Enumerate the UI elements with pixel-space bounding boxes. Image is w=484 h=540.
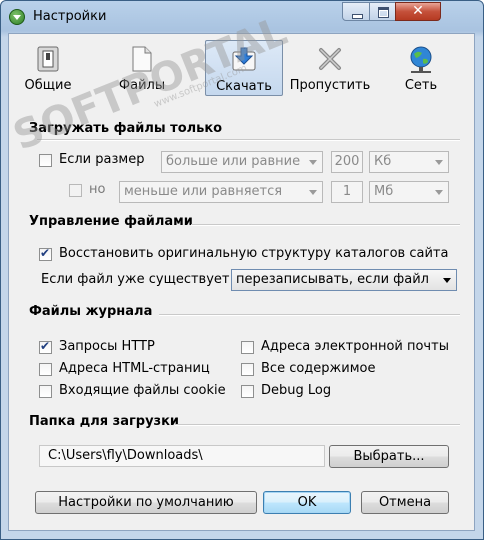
size-checkbox-label: Если размер: [59, 152, 145, 167]
chevron-down-icon: [435, 190, 443, 195]
log-html-pages-label: Адреса HTML-страниц: [59, 361, 210, 376]
size-condition-value: больше или равние: [166, 154, 301, 169]
tab-skip[interactable]: Пропустить: [287, 40, 373, 96]
tab-network-label: Сеть: [404, 78, 438, 93]
chevron-down-icon: [443, 278, 451, 283]
switch-icon: [37, 46, 59, 72]
size-value-field[interactable]: 200: [331, 151, 363, 173]
browse-button[interactable]: Выбрать...: [329, 445, 449, 468]
log-cookies-label: Входящие файлы cookie: [59, 383, 226, 398]
tab-files[interactable]: Файлы: [113, 40, 171, 96]
ok-button[interactable]: OK: [263, 491, 351, 514]
dialog-client-area: Общие Файлы Скачать Пропустить Сеть Загр…: [8, 33, 475, 531]
size-checkbox[interactable]: [39, 154, 52, 167]
app-download-icon: [9, 9, 25, 25]
minimize-button[interactable]: [342, 2, 370, 21]
tab-network[interactable]: Сеть: [393, 40, 449, 96]
and-value-field[interactable]: 1: [331, 181, 363, 203]
file-exists-select[interactable]: перезаписывать, если файл: [231, 269, 457, 291]
log-all-content-label: Все содержимое: [261, 361, 376, 376]
tab-skip-label: Пропустить: [289, 78, 371, 93]
skip-x-icon: [319, 48, 341, 70]
divider: [37, 139, 460, 141]
and-condition-value: меньше или равняется: [124, 184, 283, 199]
close-button[interactable]: ✕: [395, 2, 441, 21]
settings-window: Настройки ✕ Общие Файлы Скачать Пропусти…: [0, 0, 484, 540]
maximize-button[interactable]: [369, 2, 396, 21]
log-http-requests-label: Запросы HTTP: [59, 339, 155, 354]
tab-general[interactable]: Общие: [23, 40, 73, 96]
download-folder-path-field[interactable]: C:\Users\fly\Downloads\: [39, 445, 325, 467]
window-title: Настройки: [33, 9, 107, 24]
chevron-down-icon: [309, 190, 317, 195]
log-cookies-checkbox[interactable]: [39, 385, 52, 398]
file-exists-value: перезаписывать, если файл: [236, 272, 429, 287]
globe-network-icon: [410, 46, 432, 73]
log-all-content-checkbox[interactable]: [241, 363, 254, 376]
file-icon: [132, 46, 152, 72]
size-unit-select[interactable]: Кб: [369, 151, 449, 173]
download-folder-heading: Папка для загрузки: [29, 414, 180, 429]
download-only-heading: Загружать файлы только: [29, 121, 223, 136]
and-condition-select[interactable]: меньше или равняется: [119, 181, 323, 203]
size-condition-select[interactable]: больше или равние: [161, 151, 323, 173]
size-unit-value: Кб: [374, 154, 392, 169]
log-email-checkbox[interactable]: [241, 341, 254, 354]
and-checkbox[interactable]: [69, 184, 82, 197]
and-unit-value: Мб: [374, 184, 394, 199]
log-debug-checkbox[interactable]: [241, 385, 254, 398]
tab-files-label: Файлы: [118, 78, 166, 93]
log-http-requests-checkbox[interactable]: [39, 339, 52, 354]
divider: [159, 314, 460, 316]
settings-toolbar: Общие Файлы Скачать Пропустить Сеть: [9, 34, 474, 100]
download-icon: [232, 47, 256, 71]
file-management-heading: Управление файлами: [29, 214, 193, 229]
log-email-label: Адреса электронной почты: [261, 339, 449, 354]
cancel-button[interactable]: Отмена: [361, 491, 449, 514]
and-checkbox-label: но: [89, 182, 106, 197]
tab-download[interactable]: Скачать: [205, 40, 283, 96]
tab-download-label: Скачать: [216, 79, 272, 94]
chevron-down-icon: [309, 160, 317, 165]
tab-general-label: Общие: [24, 78, 72, 93]
restore-structure-checkbox[interactable]: [39, 246, 52, 261]
file-exists-label: Если файл уже существует: [41, 272, 230, 287]
log-html-pages-checkbox[interactable]: [39, 363, 52, 376]
and-unit-select[interactable]: Мб: [369, 181, 449, 203]
log-debug-label: Debug Log: [261, 383, 332, 398]
divider: [191, 224, 460, 226]
restore-structure-label: Восстановить оригинальную структуру ката…: [59, 246, 449, 261]
log-files-heading: Файлы журнала: [29, 304, 153, 319]
chevron-down-icon: [435, 160, 443, 165]
title-bar[interactable]: Настройки ✕: [1, 1, 483, 33]
divider: [175, 424, 460, 426]
close-icon: ✕: [412, 3, 424, 19]
restore-defaults-button[interactable]: Настройки по умолчанию: [35, 491, 257, 514]
